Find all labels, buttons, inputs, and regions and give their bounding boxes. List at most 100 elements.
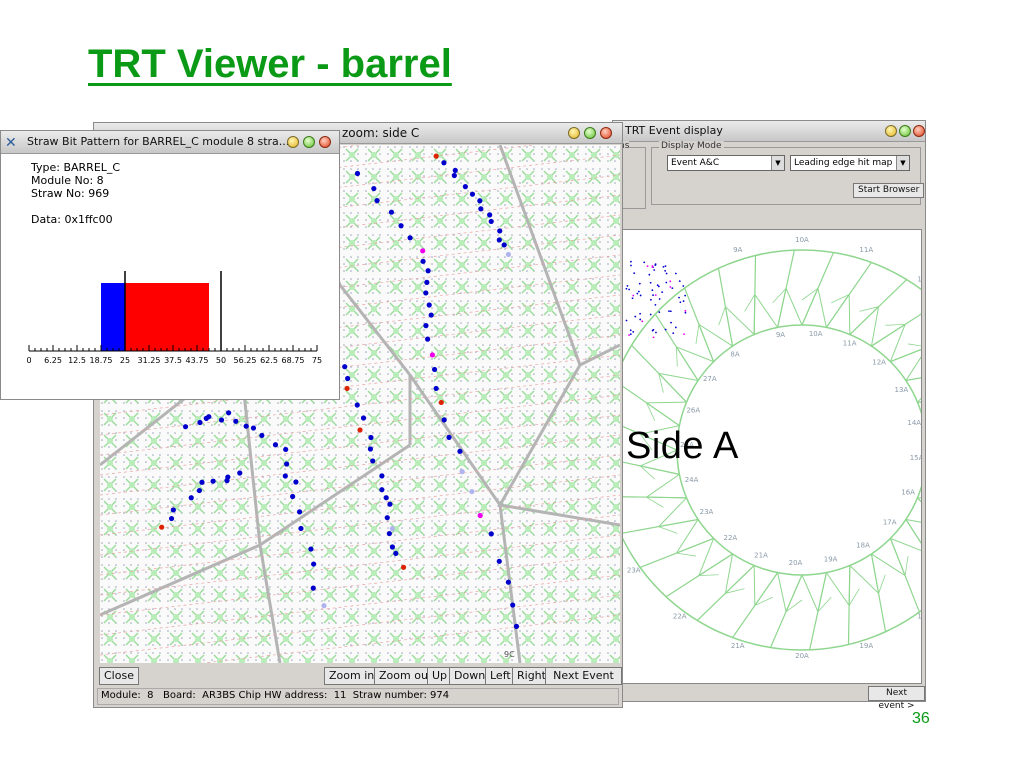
straw-hit — [370, 458, 376, 464]
module-label: 9C — [504, 650, 515, 659]
straw-hit — [423, 290, 429, 296]
ring-module-edge — [908, 343, 921, 347]
x-tick-label: 12.5 — [68, 356, 86, 365]
straw-hit — [225, 474, 231, 480]
minimize-icon[interactable] — [568, 127, 580, 139]
event-hit-dot — [669, 310, 672, 313]
inner-module-label: 26A — [686, 406, 700, 414]
x-tick-label: 62.5 — [260, 356, 278, 365]
inner-module-label: 21A — [754, 551, 768, 559]
event-hit-dot — [661, 291, 664, 294]
event-hit-dot — [649, 313, 652, 316]
event-hit-dot — [684, 309, 687, 312]
event-mode-select[interactable]: Event A&C ▼ — [667, 155, 785, 171]
straw-hit — [243, 423, 249, 429]
straw-hit — [457, 448, 463, 454]
ring-module-edge — [698, 574, 719, 577]
ring-module-edge — [817, 572, 827, 612]
down-button[interactable]: Down — [449, 667, 491, 685]
event-hit-dot — [682, 300, 685, 303]
straw-hit — [284, 461, 290, 467]
event-hit-dot — [682, 285, 685, 287]
inner-module-label: 17A — [883, 518, 897, 526]
straw-hit — [344, 385, 350, 392]
straw-hit — [446, 434, 452, 440]
minimize-icon[interactable] — [885, 125, 897, 137]
inner-module-label: 27A — [703, 375, 717, 383]
inner-module-label: 9A — [776, 331, 785, 339]
straw-hit — [423, 323, 429, 329]
event-hit-dot — [630, 264, 632, 267]
event-display-titlebar[interactable]: TRT Event display — [613, 121, 925, 142]
ring-module-edge — [753, 565, 756, 606]
map-type-select[interactable]: Leading edge hit map ▼ — [790, 155, 910, 171]
straw-hit — [290, 493, 296, 500]
straw-hit — [452, 167, 458, 174]
maximize-icon[interactable] — [584, 127, 596, 139]
straw-hit — [496, 558, 502, 564]
event-hit-dot — [665, 272, 668, 275]
event-hit-dot — [632, 294, 635, 297]
zoom-in-button[interactable]: Zoom in — [324, 667, 380, 685]
x-tick-label: 56.25 — [234, 356, 257, 365]
ring-module-edge — [848, 565, 851, 606]
straw-hit — [420, 248, 426, 254]
straw-hit — [368, 434, 374, 441]
event-hit-dot — [651, 329, 654, 332]
ring-module-edge — [695, 324, 700, 344]
outer-module-label: 23A — [627, 566, 641, 574]
straw-hit — [199, 479, 205, 485]
event-hit-dot — [651, 265, 654, 267]
close-icon[interactable] — [600, 127, 612, 139]
straw-hit — [383, 495, 389, 501]
event-hit-dot — [639, 294, 642, 297]
ring-module-edge — [675, 519, 699, 554]
x-tick-label: 75 — [312, 356, 322, 365]
event-hit-dot — [684, 294, 687, 297]
ring-module-edge — [917, 497, 921, 503]
event-canvas[interactable]: 9A 10A 11A 12A 13A 14A 15A 16A 17A 18A 19A 20A 21A 22… — [621, 229, 922, 684]
straw-hit — [321, 603, 327, 609]
zoom-title: zoom: side C — [342, 126, 420, 140]
event-hit-dot — [636, 292, 639, 295]
inner-module-label: 8A — [730, 351, 739, 359]
event-hit-dot — [678, 296, 680, 299]
start-browser-button[interactable]: Start Browser — [853, 183, 925, 198]
outer-module-label: 19A — [859, 642, 873, 650]
straw-hit — [393, 550, 399, 557]
ring-module-edge — [646, 496, 687, 499]
straw-hit — [367, 446, 374, 452]
straw-titlebar[interactable]: ✕ Straw Bit Pattern for BARREL_C module … — [1, 131, 339, 154]
close-icon[interactable] — [319, 136, 331, 148]
event-hit-dot — [649, 281, 652, 284]
maximize-icon[interactable] — [899, 125, 911, 137]
event-hit-dot — [633, 272, 636, 275]
event-hit-dot — [631, 297, 634, 300]
straw-hit — [420, 258, 426, 264]
straw-hit — [354, 170, 361, 177]
straw-hit — [226, 410, 232, 416]
next-event-button[interactable]: Next Event > — [545, 667, 622, 698]
event-mode-value: Event A&C — [671, 158, 720, 168]
next-event-button[interactable]: Next event > — [868, 686, 925, 711]
close-button[interactable]: Close — [99, 667, 139, 685]
inner-module-label: 23A — [700, 508, 714, 516]
ring-module-edge — [817, 288, 827, 328]
straw-hit — [505, 579, 511, 585]
event-hit-dot — [662, 266, 665, 268]
straw-hit — [496, 237, 502, 243]
outer-module-label: 12A — [917, 276, 921, 284]
chevron-down-icon: ▼ — [771, 156, 784, 170]
straw-hit — [298, 525, 304, 532]
event-hit-dot — [638, 282, 641, 285]
ring-module-edge — [889, 324, 906, 362]
maximize-icon[interactable] — [303, 136, 315, 148]
inner-module-label: 10A — [809, 330, 823, 338]
close-icon[interactable] — [913, 125, 925, 137]
x-tick-label: 25 — [120, 356, 130, 365]
straw-hit — [384, 515, 390, 521]
minimize-icon[interactable] — [287, 136, 299, 148]
ring-module-edge — [698, 553, 733, 577]
ring-module-edge — [890, 348, 921, 363]
event-hit-dot — [650, 298, 652, 301]
